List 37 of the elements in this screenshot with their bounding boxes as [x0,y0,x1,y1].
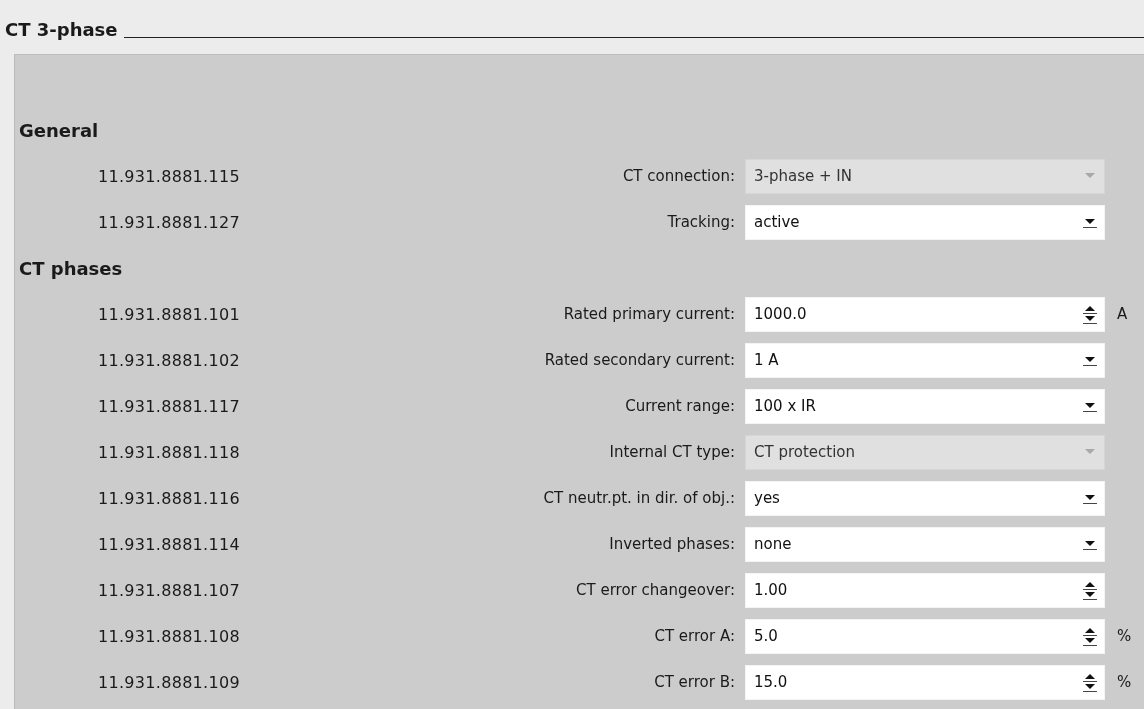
group-heading: General [18,118,100,143]
unit-label: A [1116,305,1129,323]
parameter-id: 11.931.8881.116 [98,488,241,508]
parameter-id: 11.931.8881.101 [98,304,241,324]
dropdown-field[interactable]: active [745,204,1105,240]
unit-label: % [1116,673,1133,691]
field-label: Rated secondary current: [544,351,736,369]
field-label: CT connection: [622,167,736,185]
section-title: CT 3-phase [5,19,118,42]
field-label: Rated primary current: [563,305,736,323]
field-label: CT error A: [654,627,736,645]
number-field[interactable]: 15.0 [745,664,1105,700]
number-field[interactable]: 1000.0 [745,296,1105,332]
dropdown-field[interactable]: 1 A [745,342,1105,378]
dropdown-field[interactable]: 100 x IR [745,388,1105,424]
parameter-id: 11.931.8881.109 [98,672,241,692]
dropdown-field[interactable]: yes [745,480,1105,516]
group-heading: CT phases [18,256,124,281]
parameter-id: 11.931.8881.115 [98,166,241,186]
field-label: Tracking: [667,213,736,231]
field-label: CT error B: [654,673,736,691]
number-field[interactable]: 1.00 [745,572,1105,608]
parameter-id: 11.931.8881.118 [98,442,241,462]
field-label: CT neutr.pt. in dir. of obj.: [543,489,736,507]
parameter-id: 11.931.8881.108 [98,626,241,646]
field-label: Inverted phases: [609,535,736,553]
unit-label: % [1116,627,1133,645]
field-label: Internal CT type: [609,443,736,461]
parameter-id: 11.931.8881.107 [98,580,241,600]
parameter-id: 11.931.8881.127 [98,212,241,232]
parameter-id: 11.931.8881.114 [98,534,241,554]
parameter-id: 11.931.8881.117 [98,396,241,416]
field-label: Current range: [625,397,736,415]
parameter-id: 11.931.8881.102 [98,350,241,370]
number-field[interactable]: 5.0 [745,618,1105,654]
dropdown-field[interactable]: none [745,526,1105,562]
field-label: CT error changeover: [576,581,736,599]
